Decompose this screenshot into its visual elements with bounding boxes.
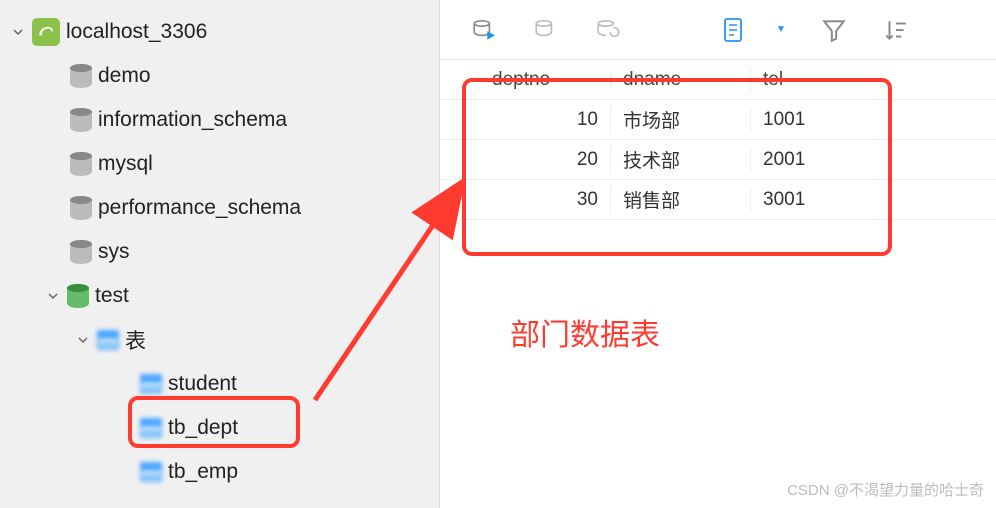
table-icon <box>140 374 162 394</box>
filter-icon[interactable] <box>820 16 848 44</box>
grid-row[interactable]: 30 销售部 3001 <box>440 180 996 220</box>
cell-dname[interactable]: 销售部 <box>610 186 750 213</box>
db-node-performance-schema[interactable]: performance_schema <box>0 186 439 230</box>
chevron-down-icon <box>45 288 61 304</box>
db-node-test[interactable]: test <box>0 274 439 318</box>
table-icon <box>140 418 162 438</box>
chevron-down-icon <box>10 24 26 40</box>
db-node-demo[interactable]: demo <box>0 54 439 98</box>
tables-icon <box>97 330 119 350</box>
sort-icon[interactable] <box>882 16 910 44</box>
cell-tel[interactable]: 1001 <box>750 109 870 131</box>
annotation-text: 部门数据表 <box>510 310 660 354</box>
toolbar: ▼ <box>440 0 996 60</box>
chevron-down-icon <box>75 332 91 348</box>
connection-label: localhost_3306 <box>66 20 207 44</box>
table-node-tb-emp[interactable]: tb_emp <box>0 450 439 494</box>
database-icon <box>70 240 92 264</box>
col-header-dname[interactable]: dname <box>610 69 750 91</box>
document-icon[interactable] <box>720 16 748 44</box>
db-node-information-schema[interactable]: information_schema <box>0 98 439 142</box>
table-node-student[interactable]: student <box>0 362 439 406</box>
connection-node[interactable]: localhost_3306 <box>0 10 439 54</box>
database-icon <box>70 196 92 220</box>
database-icon <box>70 64 92 88</box>
db-node-sys[interactable]: sys <box>0 230 439 274</box>
cell-deptno[interactable]: 30 <box>480 189 610 211</box>
col-header-tel[interactable]: tel <box>750 69 870 91</box>
refresh-icon[interactable] <box>594 16 622 44</box>
cell-deptno[interactable]: 10 <box>480 109 610 131</box>
table-icon <box>140 462 162 482</box>
database-icon <box>70 108 92 132</box>
cell-deptno[interactable]: 20 <box>480 149 610 171</box>
cell-tel[interactable]: 2001 <box>750 149 870 171</box>
database-icon <box>70 152 92 176</box>
col-header-deptno[interactable]: deptno <box>480 69 610 91</box>
database-active-icon <box>67 284 89 308</box>
cell-tel[interactable]: 3001 <box>750 189 870 211</box>
mysql-icon <box>32 18 60 46</box>
data-grid: deptno dname tel 10 市场部 1001 20 技术部 2001… <box>440 60 996 220</box>
table-node-tb-dept[interactable]: tb_dept <box>0 406 439 450</box>
grid-row[interactable]: 20 技术部 2001 <box>440 140 996 180</box>
cell-dname[interactable]: 市场部 <box>610 106 750 133</box>
run-script-icon[interactable] <box>532 16 560 44</box>
run-query-icon[interactable] <box>470 16 498 44</box>
main-panel: ▼ deptno dname tel 10 市场部 1001 20 技术部 20… <box>440 0 996 508</box>
db-node-mysql[interactable]: mysql <box>0 142 439 186</box>
database-navigator: localhost_3306 demo information_schema m… <box>0 0 440 508</box>
grid-row[interactable]: 10 市场部 1001 <box>440 100 996 140</box>
tables-folder[interactable]: 表 <box>0 318 439 362</box>
cell-dname[interactable]: 技术部 <box>610 146 750 173</box>
watermark: CSDN @不渴望力量的哈士奇 <box>787 479 984 500</box>
grid-header-row: deptno dname tel <box>440 60 996 100</box>
dropdown-caret-icon[interactable]: ▼ <box>776 24 786 35</box>
